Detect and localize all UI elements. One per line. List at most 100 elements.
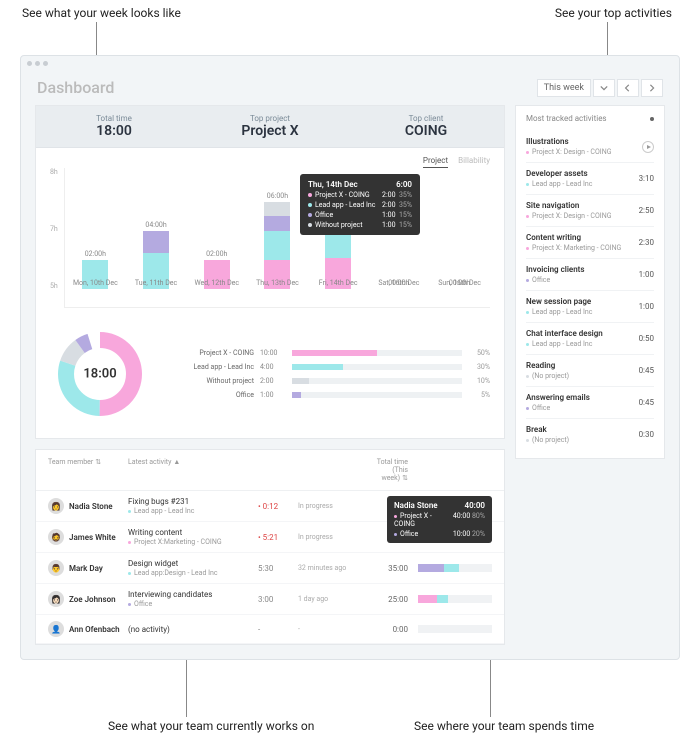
bar-segment xyxy=(264,231,290,260)
team-time: - xyxy=(258,625,298,634)
project-row: Without project2:0010% xyxy=(164,377,490,385)
bar-column[interactable]: 00:00hSun, 16th Dec xyxy=(440,168,480,289)
activity-item[interactable]: Break(No project)0:30 xyxy=(526,418,654,450)
summary-strip: Total time 18:00 Top project Project X T… xyxy=(36,106,504,148)
team-total: 35:00 xyxy=(368,564,408,573)
callout-team-works: See what your team currently works on xyxy=(108,719,314,733)
activity-time: 0:50 xyxy=(639,334,654,343)
weekly-chart: 8h7h5h Thu, 14th Dec6:00 Project X - COI… xyxy=(50,168,490,308)
bar-segment xyxy=(264,216,290,231)
team-row[interactable]: 👩Nadia StoneFixing bugs #231Lead app - L… xyxy=(36,491,504,522)
bar-column[interactable]: 02:00h Mon, 10th Dec xyxy=(75,168,115,289)
activity-item[interactable]: Answering emailsOffice0:45 xyxy=(526,386,654,418)
team-status: 1 day ago xyxy=(298,595,368,603)
bar-column[interactable]: 02:00h Wed, 12th Dec xyxy=(197,168,237,289)
activity-time: 2:30 xyxy=(639,238,654,247)
activity-item[interactable]: Reading(No project)0:45 xyxy=(526,354,654,386)
bar-total-label: 06:00h xyxy=(267,192,288,200)
range-label-button[interactable]: This week xyxy=(537,79,591,97)
activity-time: 0:45 xyxy=(639,398,654,407)
project-row: Lead app - Lead Inc4:0030% xyxy=(164,363,490,371)
callout-activities: See your top activities xyxy=(555,6,672,20)
bar-segment xyxy=(143,231,169,253)
col-total-time[interactable]: Total time (This week)⇅ xyxy=(368,458,408,482)
activity-time: 1:00 xyxy=(639,302,654,311)
play-icon[interactable] xyxy=(642,141,654,153)
project-row: Office1:005% xyxy=(164,391,490,399)
summary-top-client: Top client COING xyxy=(348,106,504,147)
app-window: Dashboard This week Total time 18:00 Top… xyxy=(20,55,680,660)
team-row[interactable]: 👨Mark DayDesign widgetLead app:Design - … xyxy=(36,553,504,584)
bar-total-label: 04:00h xyxy=(145,221,166,229)
activity-item[interactable]: Invoicing clientsOffice1:00 xyxy=(526,258,654,290)
project-row: Project X - COING10:0050% xyxy=(164,349,490,357)
avatar: 👩🏻 xyxy=(48,591,64,607)
x-axis-label: Fri, 14th Dec xyxy=(319,279,358,287)
donut-chart: 18:00 xyxy=(50,324,150,424)
col-team-member[interactable]: Team member⇅ xyxy=(48,458,128,482)
activity-item[interactable]: IllustrationsProject X: Design - COING xyxy=(526,131,654,162)
team-row[interactable]: 👤Ann Ofenbach(no activity)--0:00 xyxy=(36,615,504,644)
callout-line xyxy=(186,657,187,717)
window-titlebar xyxy=(21,56,679,70)
bar-total-label: 02:00h xyxy=(85,250,106,258)
range-next-button[interactable] xyxy=(641,79,663,97)
team-tooltip: Nadia Stone40:00Project X - COING40:00 8… xyxy=(387,496,492,543)
tab-project[interactable]: Project xyxy=(423,156,448,168)
avatar: 👨 xyxy=(48,560,64,576)
team-time: 5:30 xyxy=(258,564,298,573)
page-title: Dashboard xyxy=(37,78,114,97)
range-dropdown-button[interactable] xyxy=(593,79,615,97)
x-axis-label: Mon, 10th Dec xyxy=(73,279,118,287)
activity-item[interactable]: Site navigationProject X: Design - COING… xyxy=(526,194,654,226)
activity-item[interactable]: Content writingProject X: Marketing - CO… xyxy=(526,226,654,258)
top-activities-card: Most tracked activities IllustrationsPro… xyxy=(515,105,665,459)
chevron-left-icon xyxy=(624,84,632,92)
activity-time: 0:45 xyxy=(639,366,654,375)
sort-asc-icon: ▲ xyxy=(173,458,180,466)
avatar: 🧔 xyxy=(48,529,64,545)
activity-item[interactable]: Chat interface designLead app - Lead Inc… xyxy=(526,322,654,354)
team-card: Team member⇅ Latest activity▲ Total time… xyxy=(35,449,505,645)
activity-time: 0:30 xyxy=(639,430,654,439)
x-axis-label: Wed, 12th Dec xyxy=(194,279,239,287)
team-bar xyxy=(418,595,492,603)
avatar: 👩 xyxy=(48,498,64,514)
team-status: In progress xyxy=(298,533,368,541)
team-status: - xyxy=(298,625,368,633)
chevron-down-icon xyxy=(600,84,608,92)
donut-center-value: 18:00 xyxy=(83,367,116,382)
avatar: 👤 xyxy=(48,621,64,637)
x-axis-label: Sun, 16th Dec xyxy=(438,279,481,287)
chart-tooltip: Thu, 14th Dec6:00 Project X - COING2:00 … xyxy=(300,174,420,235)
chevron-right-icon xyxy=(648,84,656,92)
activity-item[interactable]: New session pageLead app - Lead Inc1:00 xyxy=(526,290,654,322)
team-time: • 0:12 xyxy=(258,502,298,511)
bar-total-label: 02:00h xyxy=(206,250,227,258)
activities-header: Most tracked activities xyxy=(526,114,654,123)
team-bar xyxy=(418,625,492,633)
team-total: 0:00 xyxy=(368,625,408,634)
range-prev-button[interactable] xyxy=(617,79,639,97)
team-total: 25:00 xyxy=(368,595,408,604)
team-time: 3:00 xyxy=(258,595,298,604)
date-range-control: This week xyxy=(537,79,663,97)
activity-item[interactable]: Developer assetsLead app - Lead Inc3:10 xyxy=(526,162,654,194)
bar-column[interactable]: 06:00h Thu, 13th Dec xyxy=(257,168,297,289)
col-latest-activity[interactable]: Latest activity▲ xyxy=(128,458,258,482)
activity-time: 2:50 xyxy=(639,206,654,215)
summary-total: Total time 18:00 xyxy=(36,106,192,147)
callout-week: See what your week looks like xyxy=(22,6,181,20)
team-status: In progress xyxy=(298,502,368,510)
bar-segment xyxy=(264,202,290,217)
team-row[interactable]: 👩🏻Zoe JohnsonInterviewing candidatesOffi… xyxy=(36,584,504,615)
team-status: 32 minutes ago xyxy=(298,564,368,572)
window-dot xyxy=(43,61,48,66)
window-dot xyxy=(35,61,40,66)
bar-column[interactable]: 04:00hTue, 11th Dec xyxy=(136,168,176,289)
tab-billability[interactable]: Billability xyxy=(458,156,490,168)
activity-time: 3:10 xyxy=(639,174,654,183)
team-bar xyxy=(418,564,492,572)
summary-top-project: Top project Project X xyxy=(192,106,348,147)
x-axis-label: Thu, 13th Dec xyxy=(256,279,299,287)
